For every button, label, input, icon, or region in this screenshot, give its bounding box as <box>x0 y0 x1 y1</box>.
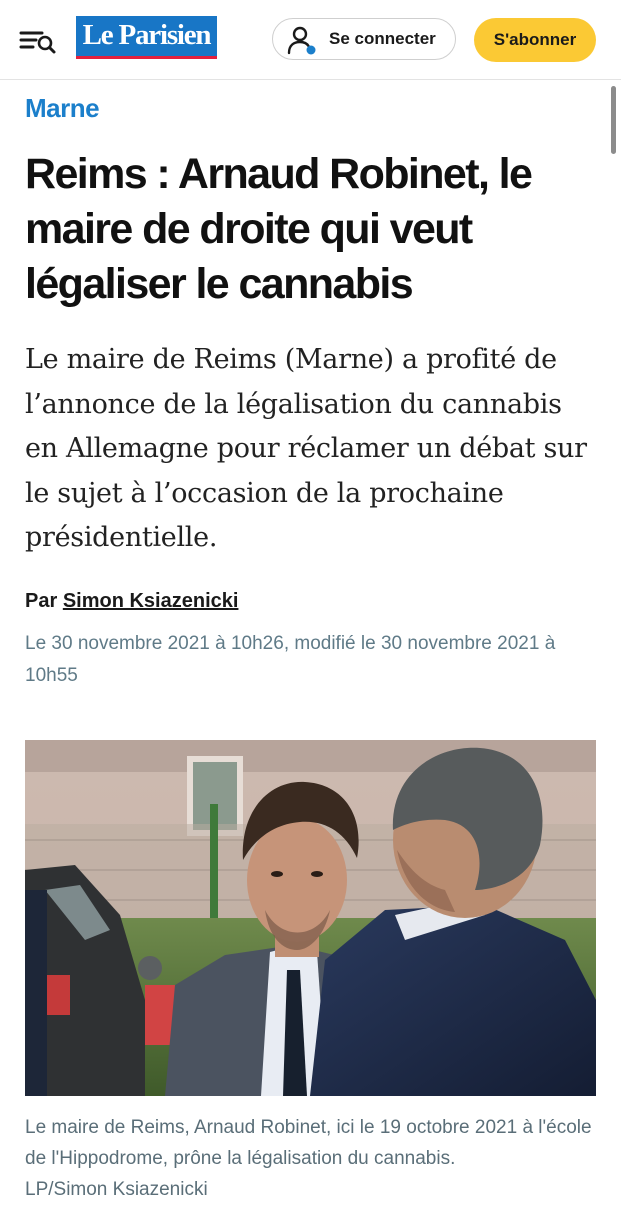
author-link[interactable]: Simon Ksiazenicki <box>63 590 239 612</box>
article-lead: Le maire de Reims (Marne) a profité de l… <box>25 344 587 553</box>
publication-date: Le 30 novembre 2021 à 10h26, modifié le … <box>25 633 556 686</box>
le-parisien-logo[interactable]: Le Parisien <box>76 16 217 59</box>
subscribe-button[interactable]: S'abonner <box>474 18 596 62</box>
photo-caption-text: Le maire de Reims, Arnaud Robinet, ici l… <box>25 1117 592 1169</box>
article-title: Reims : Arnaud Robinet, le maire de droi… <box>25 150 533 308</box>
byline-prefix: Par <box>25 590 58 612</box>
byline: Par Simon Ksiazenicki <box>25 590 238 613</box>
top-bar: Le Parisien Se connecter S'abonner <box>0 0 621 80</box>
article-photo[interactable] <box>25 740 596 1096</box>
section-link[interactable]: Marne <box>25 93 100 124</box>
login-button[interactable]: Se connecter <box>272 18 456 60</box>
menu-search-icon <box>19 31 56 54</box>
menu-search-button[interactable] <box>18 26 58 56</box>
photo-credit: LP/Simon Ksiazenicki <box>25 1179 208 1200</box>
scrollbar[interactable] <box>611 86 616 154</box>
user-icon <box>287 26 316 55</box>
photo-caption: Le maire de Reims, Arnaud Robinet, ici l… <box>25 1112 595 1205</box>
login-button-label: Se connecter <box>329 29 436 48</box>
photo-image <box>25 740 596 1096</box>
status-dot-icon <box>306 45 316 55</box>
